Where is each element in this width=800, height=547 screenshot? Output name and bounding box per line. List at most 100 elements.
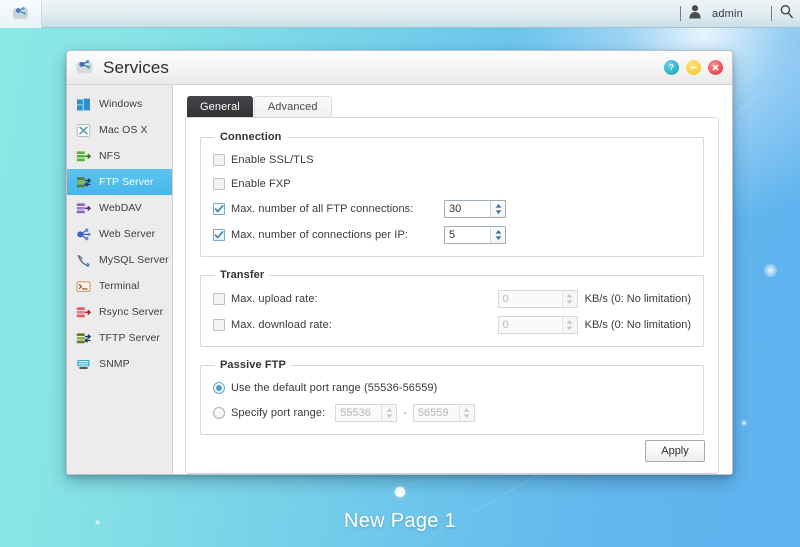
max-download-rate-checkbox[interactable] [213, 319, 225, 331]
close-button[interactable] [708, 60, 723, 75]
connection-group: Connection Enable SSL/TLS Enable FXP Max… [200, 131, 704, 257]
sidebar-item-ftp-server[interactable]: FTP Server [67, 169, 172, 195]
user-menu-button[interactable]: admin [678, 0, 769, 28]
max-connections-per-ip-label: Max. number of connections per IP: [231, 229, 409, 241]
enable-fxp-label: Enable FXP [231, 178, 291, 190]
passive-ftp-legend: Passive FTP [220, 359, 286, 371]
max-connections-per-ip-checkbox[interactable] [213, 229, 225, 241]
port-range-to-input[interactable] [413, 405, 459, 421]
stepper-arrows[interactable] [490, 201, 505, 217]
max-download-rate-row: Max. download rate: KB/s [213, 313, 691, 337]
desktop-pager: New Page 1 [0, 487, 800, 547]
sidebar-item-label: TFTP Server [99, 332, 160, 344]
settings-content: General Advanced Connection Enable SSL/T… [173, 85, 732, 474]
sidebar-item-label: WebDAV [99, 202, 142, 214]
search-button[interactable] [769, 0, 794, 28]
sidebar-item-webdav[interactable]: WebDAV [67, 195, 172, 221]
sidebar-item-label: Terminal [99, 280, 140, 292]
stepper-arrows[interactable] [561, 291, 577, 307]
radio-dot [216, 385, 222, 391]
webdav-icon [75, 200, 92, 217]
max-upload-rate-row: Max. upload rate: KB/s (0 [213, 287, 691, 311]
sidebar-item-label: NFS [99, 150, 121, 162]
sidebar-item-tftp-server[interactable]: TFTP Server [67, 325, 172, 351]
apply-button[interactable]: Apply [645, 440, 705, 462]
default-port-range-row: Use the default port range (55536-56559) [213, 377, 691, 399]
minimize-button[interactable] [686, 60, 701, 75]
port-range-to-stepper[interactable] [412, 404, 475, 422]
sidebar-item-mysql-server[interactable]: MySQL Server [67, 247, 172, 273]
rsync-icon [75, 304, 92, 321]
specify-port-range-radio[interactable] [213, 407, 225, 419]
services-sidebar: Windows Mac OS X NFS FTP Server WebDAV W… [67, 85, 173, 474]
search-icon [779, 4, 794, 24]
help-button[interactable]: ? [664, 60, 679, 75]
enable-fxp-row: Enable FXP [213, 173, 691, 195]
max-upload-rate-checkbox[interactable] [213, 293, 225, 305]
max-connections-per-ip-stepper[interactable] [444, 226, 506, 244]
desktop-background: admin Services ? Windows Mac OS X NFS FT… [0, 0, 800, 547]
user-icon [688, 4, 702, 24]
page-indicator-dot[interactable] [395, 487, 405, 497]
terminal-icon [75, 278, 92, 295]
macosx-icon [75, 122, 92, 139]
sidebar-item-windows[interactable]: Windows [67, 91, 172, 117]
sidebar-item-rsync-server[interactable]: Rsync Server [67, 299, 172, 325]
ftp-icon [75, 174, 92, 191]
webserver-icon [75, 226, 92, 243]
max-all-connections-checkbox[interactable] [213, 203, 225, 215]
sidebar-item-terminal[interactable]: Terminal [67, 273, 172, 299]
sidebar-item-snmp[interactable]: SNMP [67, 351, 172, 377]
port-range-from-input[interactable] [336, 405, 382, 421]
windows-icon [75, 96, 92, 113]
stepper-arrows[interactable] [561, 317, 577, 333]
max-connections-per-ip-input[interactable] [445, 227, 490, 243]
sidebar-item-mac-os-x[interactable]: Mac OS X [67, 117, 172, 143]
nfs-icon [75, 148, 92, 165]
specify-port-range-row: Specify port range: - [213, 401, 691, 425]
transfer-group: Transfer Max. upload rate: 0 KB/s (0: No… [200, 269, 704, 347]
divider [680, 6, 682, 21]
sidebar-item-label: MySQL Server [99, 254, 169, 266]
enable-ssl-tls-row: Enable SSL/TLS [213, 149, 691, 171]
sidebar-item-label: Windows [99, 98, 143, 110]
mysql-icon [75, 252, 92, 269]
tab-general[interactable]: General [187, 96, 253, 117]
general-settings-panel: Connection Enable SSL/TLS Enable FXP Max… [185, 117, 719, 474]
divider [771, 6, 772, 21]
port-range-from-stepper[interactable] [335, 404, 398, 422]
max-download-rate-input[interactable] [498, 317, 562, 333]
sidebar-item-nfs[interactable]: NFS [67, 143, 172, 169]
specify-port-range-label: Specify port range: [231, 407, 326, 419]
max-all-connections-label: Max. number of all FTP connections: [231, 203, 414, 215]
transfer-legend: Transfer [220, 269, 265, 281]
services-window: Services ? Windows Mac OS X NFS FTP Serv… [66, 50, 733, 475]
enable-ssl-tls-checkbox[interactable] [213, 154, 225, 166]
max-upload-rate-stepper[interactable] [497, 290, 578, 308]
sidebar-item-web-server[interactable]: Web Server [67, 221, 172, 247]
top-taskbar: admin [0, 0, 800, 28]
app-logo-icon [12, 3, 29, 25]
snmp-icon [75, 356, 92, 373]
tftp-icon [75, 330, 92, 347]
services-icon [75, 56, 94, 80]
background-orb [764, 264, 777, 277]
window-titlebar[interactable]: Services ? [67, 51, 732, 85]
max-download-rate-stepper[interactable] [497, 316, 578, 334]
default-port-range-radio[interactable] [213, 382, 225, 394]
max-all-connections-row: Max. number of all FTP connections: [213, 197, 691, 221]
max-connections-per-ip-row: Max. number of connections per IP: [213, 223, 691, 247]
tab-bar: General Advanced [187, 95, 719, 117]
max-all-connections-stepper[interactable] [444, 200, 506, 218]
max-download-rate-unit: KB/s (0: No limitation) [584, 319, 691, 331]
tab-advanced[interactable]: Advanced [253, 96, 332, 117]
stepper-arrows[interactable] [458, 405, 474, 421]
app-logo-button[interactable] [0, 0, 42, 28]
stepper-arrows[interactable] [381, 405, 397, 421]
svg-text:?: ? [669, 63, 674, 72]
max-upload-rate-input[interactable] [498, 291, 562, 307]
max-all-connections-input[interactable] [445, 201, 490, 217]
enable-fxp-checkbox[interactable] [213, 178, 225, 190]
stepper-arrows[interactable] [490, 227, 505, 243]
sidebar-item-label: Mac OS X [99, 124, 148, 136]
